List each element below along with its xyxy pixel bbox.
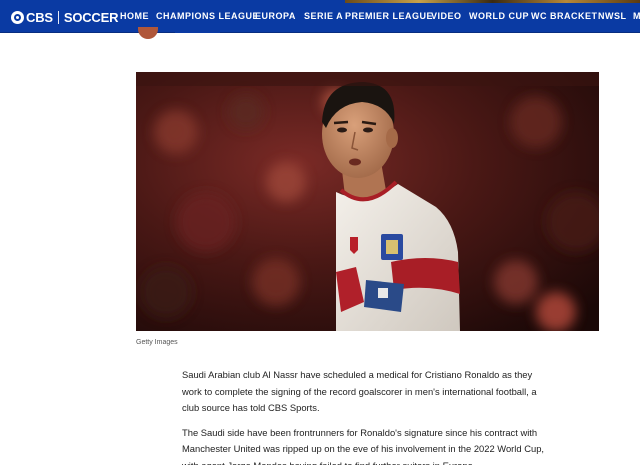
nav-video[interactable]: VIDEO — [431, 11, 469, 21]
ad-banner-strip[interactable] — [345, 0, 640, 3]
logo-section: SOCCER — [63, 9, 119, 25]
nav-nwsl[interactable]: NWSL — [598, 11, 633, 21]
nav-home[interactable]: HOME — [120, 11, 156, 21]
nav-champions-league[interactable]: CHAMPIONS LEAGUE — [156, 11, 259, 21]
main-nav: HOME CHAMPIONS LEAGUE EUROPA SERIE A PRE… — [120, 11, 640, 21]
nav-premier-league[interactable]: PREMIER LEAGUE — [345, 11, 433, 21]
cbs-soccer-logo[interactable]: CBS SOCCER — [11, 9, 118, 25]
top-navigation-bar: CBS SOCCER HOME CHAMPIONS LEAGUE EUROPA … — [0, 0, 640, 33]
cbs-eye-icon — [11, 10, 24, 24]
article-hero-photo — [136, 72, 599, 331]
logo-divider — [57, 10, 59, 24]
author-avatar[interactable] — [138, 27, 158, 39]
author-byline-bar — [175, 30, 220, 33]
nav-more[interactable]: MI — [633, 11, 640, 21]
photo-credit: Getty Images — [136, 339, 178, 346]
nav-europa[interactable]: EUROPA — [255, 11, 304, 21]
article-body: Saudi Arabian club Al Nassr have schedul… — [182, 367, 552, 465]
article-paragraph: Saudi Arabian club Al Nassr have schedul… — [182, 369, 537, 413]
nav-world-cup[interactable]: WORLD CUP — [469, 11, 531, 21]
logo-brand: CBS — [26, 9, 53, 25]
nav-serie-a[interactable]: SERIE A — [304, 11, 345, 21]
nav-wc-bracket[interactable]: WC BRACKET — [531, 11, 598, 21]
player-photo-illustration — [136, 72, 599, 331]
article-paragraph: The Saudi side have been frontrunners fo… — [182, 426, 545, 465]
